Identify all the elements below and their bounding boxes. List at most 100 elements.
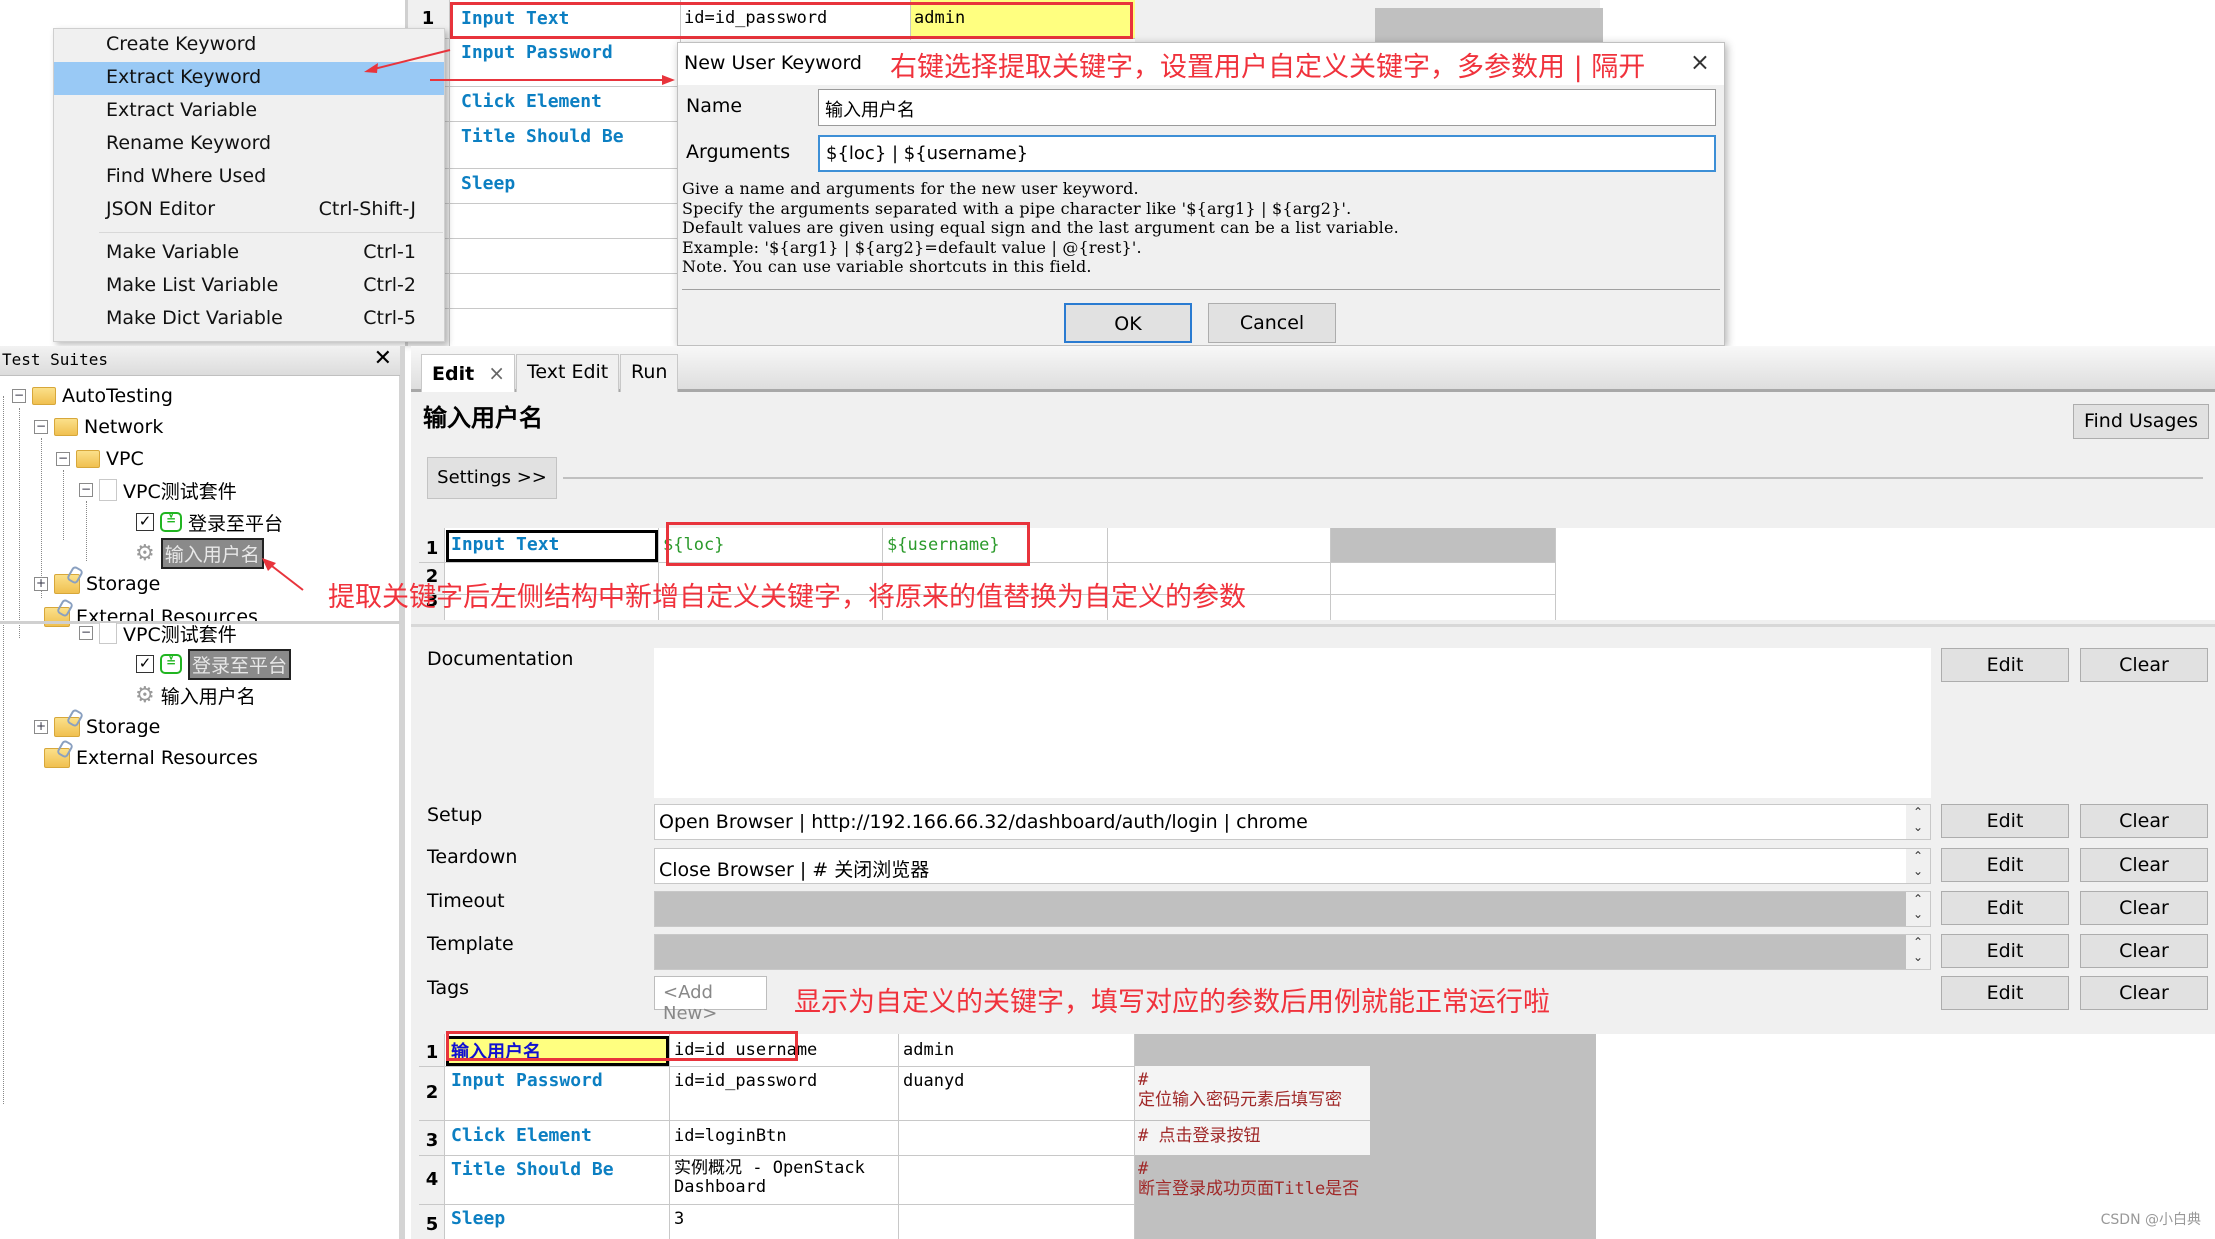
tags-clear-button[interactable]: Clear (2080, 976, 2208, 1010)
watermark: CSDN @小白典 (2100, 1212, 2201, 1228)
menu-item-make-variable[interactable]: Make Variable Ctrl-1 (54, 237, 444, 270)
argument-cell[interactable]: id=id_password (674, 1071, 817, 1091)
close-icon[interactable]: ✕ (374, 346, 392, 371)
row-number: 3 (425, 1130, 439, 1151)
tree-node-vpc[interactable]: − VPC (56, 444, 144, 474)
tree-node-user-keyword[interactable]: ⚙ 输入用户名 (135, 537, 264, 569)
tree-node-storage[interactable]: + Storage (34, 569, 160, 599)
expand-icon[interactable]: + (34, 577, 48, 591)
tree-node-login-test[interactable]: ✓ ≚ 登录至平台 (136, 648, 292, 680)
expand-icon[interactable]: + (34, 720, 48, 734)
comment-cell[interactable]: # 断言登录成功页面Title是否 (1138, 1159, 1368, 1199)
keyword-cell[interactable]: Input Password (451, 1070, 603, 1091)
arguments-input[interactable]: ${loc} | ${username} (818, 135, 1716, 172)
collapse-icon[interactable]: − (56, 452, 70, 466)
ok-button[interactable]: OK (1064, 303, 1192, 343)
argument-cell[interactable]: id=loginBtn (674, 1126, 787, 1146)
argument-cell[interactable]: 实例概况 - OpenStack Dashboard (674, 1159, 865, 1197)
tree-node-external-resources[interactable]: External Resources (44, 743, 258, 773)
argument-cell[interactable]: admin (903, 1040, 954, 1060)
close-icon[interactable]: × (488, 361, 505, 385)
folder-icon (32, 387, 56, 405)
tree-node-user-keyword[interactable]: ⚙ 输入用户名 (135, 680, 256, 710)
template-label: Template (427, 933, 514, 955)
keyword-cell[interactable]: Sleep (461, 173, 515, 194)
tree-header: Test Suites ✕ (0, 346, 400, 376)
timeout-clear-button[interactable]: Clear (2080, 891, 2208, 925)
teardown-clear-button[interactable]: Clear (2080, 848, 2208, 882)
timeout-edit-button[interactable]: Edit (1941, 891, 2069, 925)
menu-item-find-where-used[interactable]: Find Where Used (54, 161, 444, 194)
tree-node-network[interactable]: − Network (34, 412, 163, 442)
argument-cell[interactable]: 3 (674, 1209, 684, 1229)
menu-item-make-list-variable[interactable]: Make List Variable Ctrl-2 (54, 270, 444, 303)
collapse-icon[interactable]: − (12, 389, 26, 403)
collapse-icon[interactable]: − (79, 483, 93, 497)
tags-edit-button[interactable]: Edit (1941, 976, 2069, 1010)
teardown-edit-button[interactable]: Edit (1941, 848, 2069, 882)
keyword-cell[interactable]: Title Should Be (461, 126, 624, 147)
top-screenshot-region: 1 Input Text id=id_password admin Input … (0, 0, 2215, 346)
spin-arrows-icon[interactable]: ⌃ ⌄ (1906, 849, 1930, 883)
test-case-steps-table: 1 输入用户名 id=id_username admin 2 Input Pas… (419, 1034, 2215, 1239)
highlight-box (666, 522, 1030, 566)
dialog-title: New User Keyword (684, 52, 862, 74)
keyword-cell[interactable]: Input Text (451, 534, 559, 555)
checkbox-checked-icon[interactable]: ✓ (136, 655, 154, 673)
documentation-field[interactable] (654, 648, 1931, 798)
template-clear-button[interactable]: Clear (2080, 934, 2208, 968)
keyword-cell[interactable]: Click Element (461, 91, 602, 112)
menu-item-make-dict-variable[interactable]: Make Dict Variable Ctrl-5 (54, 303, 444, 336)
setup-edit-button[interactable]: Edit (1941, 804, 2069, 838)
tab-bar: Edit × Text Edit Run (411, 346, 2215, 392)
close-icon[interactable]: × (1690, 48, 1710, 76)
menu-item-rename-keyword[interactable]: Rename Keyword (54, 128, 444, 161)
comment-cell[interactable]: # 点击登录按钮 (1138, 1126, 1368, 1146)
argument-cell[interactable]: duanyd (903, 1071, 964, 1091)
tab-edit[interactable]: Edit × (421, 354, 515, 392)
spin-arrows-icon[interactable]: ⌃ ⌄ (1906, 805, 1930, 839)
keyword-cell[interactable]: Click Element (451, 1125, 592, 1146)
resource-folder-icon (54, 574, 80, 594)
menu-item-json-editor[interactable]: JSON Editor Ctrl-Shift-J (54, 194, 444, 227)
shortcut-label: Ctrl-1 (363, 241, 416, 263)
find-usages-button[interactable]: Find Usages (2073, 404, 2209, 439)
settings-button[interactable]: Settings >> (427, 457, 557, 499)
resource-folder-icon (54, 717, 80, 737)
teardown-label: Teardown (427, 846, 518, 868)
tree-node-vpc-suite[interactable]: − VPC测试套件 (79, 475, 237, 505)
teardown-field[interactable]: Close Browser | # 关闭浏览器 ⌃ ⌄ (654, 848, 1931, 884)
add-tag-button[interactable]: <Add New> (654, 976, 767, 1024)
menu-item-extract-variable[interactable]: Extract Variable (54, 95, 444, 128)
setup-clear-button[interactable]: Clear (2080, 804, 2208, 838)
template-edit-button[interactable]: Edit (1941, 934, 2069, 968)
arrow-head (662, 75, 675, 85)
timeout-field[interactable]: ⌃ ⌄ (654, 891, 1931, 927)
arrow-line (369, 49, 451, 71)
dialog-titlebar: New User Keyword 右键选择提取关键字，设置用户自定义关键字，多参… (678, 43, 1724, 85)
spin-arrows-icon[interactable]: ⌃ ⌄ (1906, 892, 1930, 926)
file-icon (99, 622, 117, 644)
documentation-edit-button[interactable]: Edit (1941, 648, 2069, 682)
tree-node-storage[interactable]: + Storage (34, 712, 160, 742)
comment-cell[interactable]: # 定位输入密码元素后填写密 (1138, 1070, 1368, 1110)
spin-arrows-icon[interactable]: ⌃ ⌄ (1906, 935, 1930, 969)
setup-field[interactable]: Open Browser | http://192.166.66.32/dash… (654, 804, 1931, 840)
keyword-cell[interactable]: Title Should Be (451, 1159, 614, 1180)
template-field[interactable]: ⌃ ⌄ (654, 934, 1931, 970)
keyword-cell[interactable]: Sleep (451, 1208, 505, 1229)
checkbox-checked-icon[interactable]: ✓ (136, 513, 154, 531)
tree-node-vpc-suite[interactable]: − VPC测试套件 (79, 618, 237, 648)
cancel-button[interactable]: Cancel (1208, 303, 1336, 343)
settings-divider (563, 477, 2203, 479)
highlight-box (450, 2, 1133, 39)
collapse-icon[interactable]: − (34, 420, 48, 434)
tab-run[interactable]: Run (620, 354, 679, 392)
name-input[interactable]: 输入用户名 (818, 89, 1716, 126)
tab-text-edit[interactable]: Text Edit (516, 354, 620, 392)
tree-node-autotesting[interactable]: − AutoTesting (12, 381, 173, 411)
robot-testcase-icon: ≚ (160, 654, 182, 674)
collapse-icon[interactable]: − (79, 626, 93, 640)
documentation-clear-button[interactable]: Clear (2080, 648, 2208, 682)
tree-node-login-test[interactable]: ✓ ≚ 登录至平台 (136, 507, 283, 537)
